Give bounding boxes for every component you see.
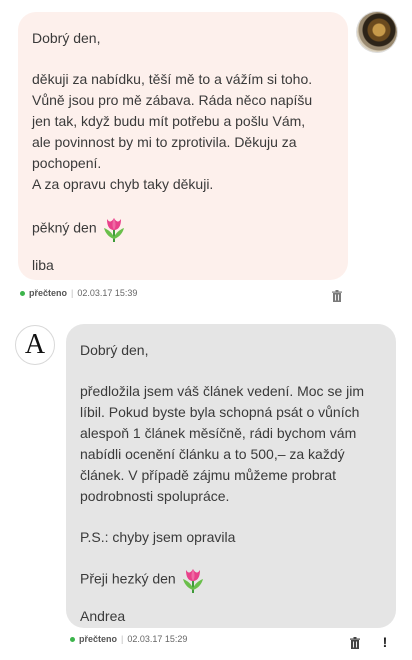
message-line: podrobnosti spolupráce. — [80, 488, 230, 504]
meta-separator: | — [71, 288, 74, 298]
message-greeting: Dobrý den, — [80, 342, 149, 358]
message-body: děkuji za nabídku, těší mě to a vážím si… — [32, 69, 334, 195]
read-status: přečteno — [29, 288, 68, 298]
message-meta: přečteno | 02.03.17 15:29 — [70, 634, 187, 644]
tulip-emoji-icon — [182, 569, 203, 593]
user-avatar[interactable] — [357, 12, 397, 52]
meta-separator: | — [121, 634, 124, 644]
message-line: děkuji za nabídku, těší mě to a vážím si… — [32, 71, 313, 87]
trash-icon[interactable] — [348, 636, 362, 650]
trash-icon[interactable] — [330, 289, 344, 303]
message-ps: P.S.: chyby jsem opravila — [80, 529, 236, 545]
message-closing-row: pěkný den — [32, 215, 334, 243]
avatar-letter: A — [24, 329, 46, 360]
message-line: líbil. Pokud byste byla schopná psát o v… — [80, 404, 360, 420]
message-line: jen tak, když budu mít potřebu a pošlu V… — [32, 113, 306, 129]
message-body: předložila jsem váš článek vedení. Moc s… — [80, 381, 382, 507]
read-status-dot — [70, 636, 75, 642]
read-status-dot — [20, 290, 25, 296]
message-line: předložila jsem váš článek vedení. Moc s… — [80, 383, 365, 399]
message-timestamp: 02.03.17 15:39 — [77, 288, 138, 298]
message-line: Vůně jsou pro mě zábava. Ráda něco napíš… — [32, 92, 313, 108]
message-closing-row: Přeji hezký den — [80, 566, 382, 594]
sender-avatar[interactable]: A — [15, 325, 55, 365]
message-meta: přečteno | 02.03.17 15:39 — [20, 288, 137, 298]
message-line: nabídli ocenění článku a to 500,– za kaž… — [80, 446, 345, 462]
message-signature: Andrea — [80, 608, 126, 624]
message-line: článek. V případě zájmu můžeme probrat — [80, 467, 337, 483]
read-status: přečteno — [79, 634, 118, 644]
message-timestamp: 02.03.17 15:29 — [127, 634, 188, 644]
report-exclamation-icon[interactable]: ! — [380, 635, 390, 649]
tulip-emoji-icon — [103, 218, 124, 242]
message-line: pochopení. — [32, 155, 102, 171]
message-line: alespoň 1 článek měsíčně, rádi bychom vá… — [80, 425, 357, 441]
message-signature: liba — [32, 257, 54, 273]
message-closing: pěkný den — [32, 219, 97, 236]
message-line: A za opravu chyb taky děkuji. — [32, 176, 214, 192]
message-line: ale povinnost by mi to zprotivila. Děkuj… — [32, 134, 297, 150]
message-closing: Přeji hezký den — [80, 570, 176, 587]
message-greeting: Dobrý den, — [32, 30, 101, 46]
message-bubble-incoming: Dobrý den, předložila jsem váš článek ve… — [66, 324, 396, 628]
message-bubble-outgoing: Dobrý den, děkuji za nabídku, těší mě to… — [18, 12, 348, 280]
